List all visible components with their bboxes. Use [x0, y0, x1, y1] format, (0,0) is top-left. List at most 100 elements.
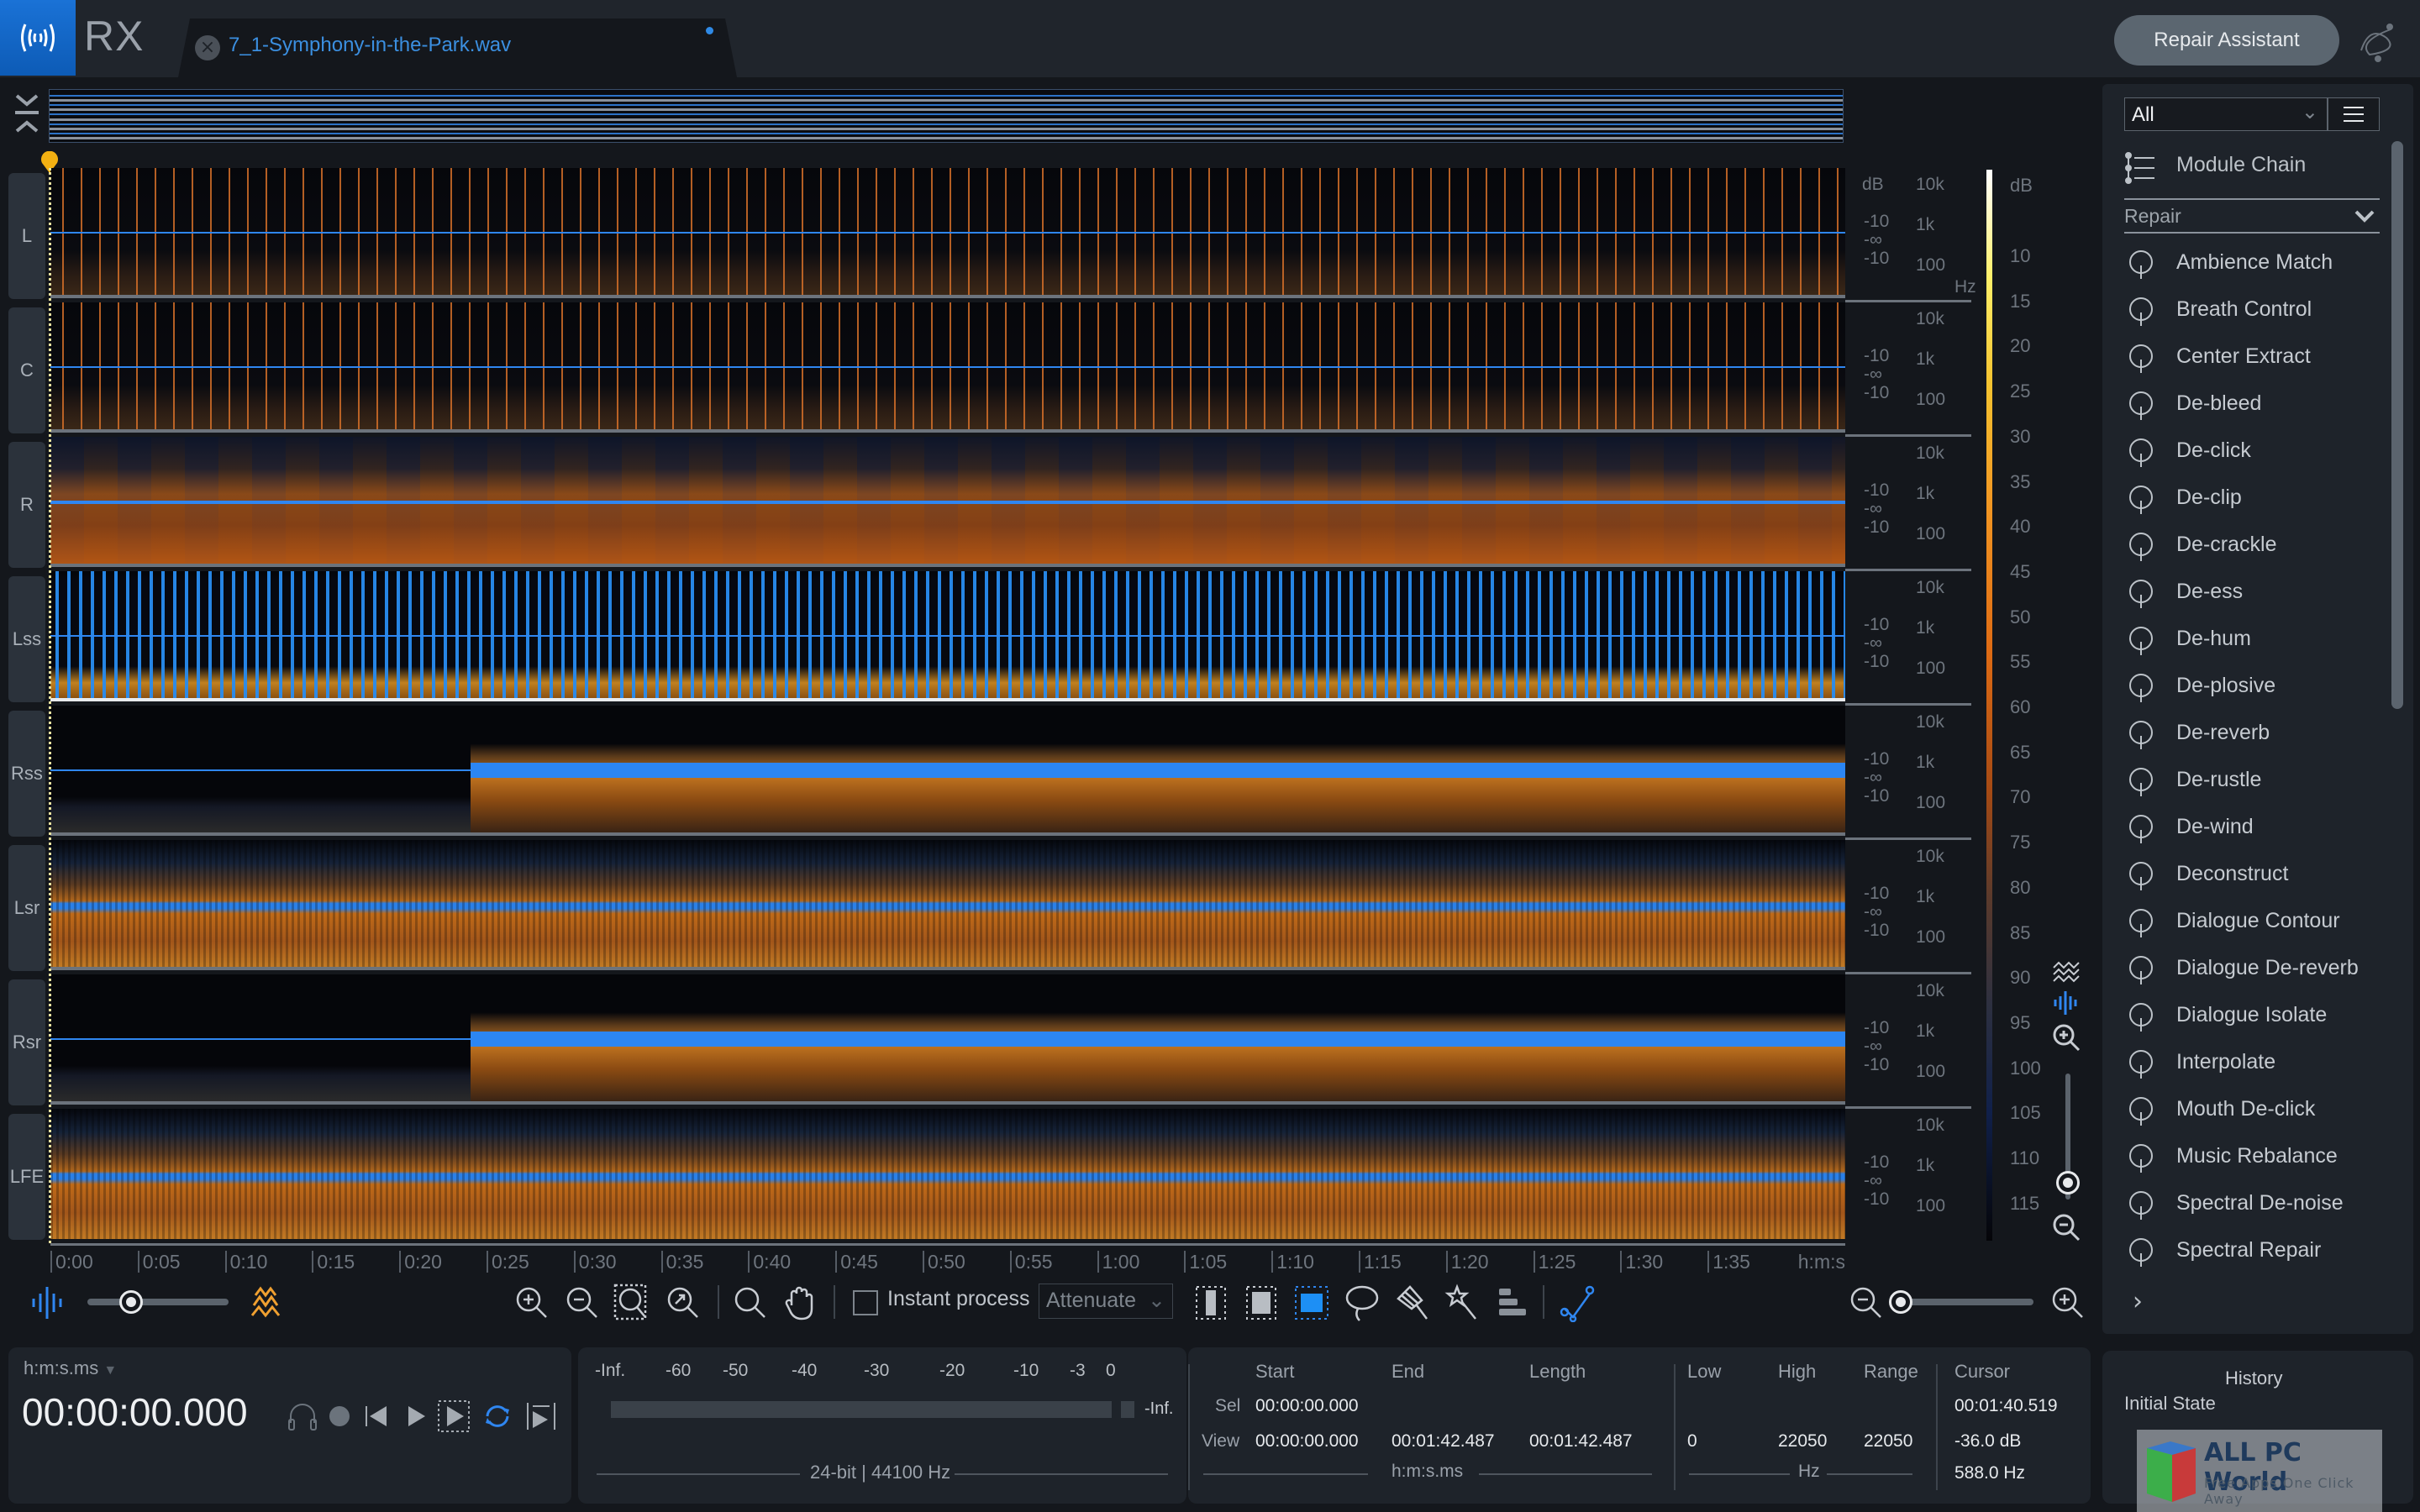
- module-item[interactable]: Interpolate: [2124, 1038, 2380, 1085]
- play-selection-icon[interactable]: [437, 1399, 471, 1433]
- zoom-in-icon[interactable]: [513, 1284, 551, 1322]
- module-item[interactable]: Dialogue Isolate: [2124, 991, 2380, 1038]
- module-chain-button[interactable]: Module Chain: [2124, 143, 2380, 197]
- view-end[interactable]: 00:01:42.487: [1392, 1431, 1495, 1452]
- zoom-fit-icon[interactable]: [664, 1284, 702, 1322]
- category-header-repair[interactable]: Repair: [2124, 198, 2380, 234]
- channel-label-lss[interactable]: Lss: [8, 576, 45, 702]
- channel-label-l[interactable]: L: [8, 173, 45, 299]
- channel-spectrogram-rsr[interactable]: [50, 974, 1845, 1105]
- headphones-monitor-icon[interactable]: [286, 1399, 319, 1433]
- history-item[interactable]: Initial State: [2124, 1393, 2216, 1415]
- view-high[interactable]: 22050: [1778, 1431, 1827, 1452]
- module-item[interactable]: De-clip: [2124, 474, 2380, 521]
- module-item[interactable]: Dialogue De-reverb: [2124, 944, 2380, 991]
- time-selection-icon[interactable]: [1192, 1284, 1230, 1322]
- time-frequency-selection-icon[interactable]: [1292, 1284, 1331, 1322]
- view-low[interactable]: 0: [1687, 1431, 1697, 1452]
- scribble-settings-icon[interactable]: [2353, 17, 2403, 67]
- zoom-selection-icon[interactable]: [613, 1284, 652, 1322]
- module-item[interactable]: De-click: [2124, 427, 2380, 474]
- horizontal-zoom-handle[interactable]: [1889, 1290, 1912, 1314]
- channel-spectrogram-lss[interactable]: [50, 571, 1845, 701]
- channel-label-r[interactable]: R: [8, 442, 45, 568]
- spectrogram-toggle-icon[interactable]: [249, 1284, 287, 1322]
- sel-start[interactable]: 00:00:00.000: [1255, 1396, 1359, 1416]
- time-format-select[interactable]: h:m:s.ms ▼: [24, 1357, 117, 1379]
- header-low: Low: [1687, 1361, 1722, 1382]
- module-item[interactable]: Breath Control: [2124, 286, 2380, 333]
- instant-process-checkbox[interactable]: [853, 1290, 878, 1315]
- horizontal-zoom-slider[interactable]: [1897, 1299, 2033, 1305]
- module-item[interactable]: De-crackle: [2124, 521, 2380, 568]
- record-icon[interactable]: [323, 1399, 356, 1433]
- module-item[interactable]: Ambience Match: [2124, 239, 2380, 286]
- lasso-icon[interactable]: [1343, 1284, 1381, 1322]
- brush-icon[interactable]: [1393, 1284, 1432, 1322]
- horizontal-zoom-out-icon[interactable]: [1847, 1284, 1886, 1322]
- waveform-toggle-icon[interactable]: [29, 1284, 67, 1322]
- skip-to-start-icon[interactable]: [360, 1399, 393, 1433]
- module-filter-select[interactable]: All ⌄: [2124, 97, 2328, 131]
- module-item[interactable]: Dialogue Contour: [2124, 897, 2380, 944]
- hand-pan-icon[interactable]: [781, 1284, 820, 1322]
- module-item[interactable]: Deconstruct: [2124, 850, 2380, 897]
- channel-spectrogram-lfe[interactable]: [50, 1109, 1845, 1239]
- db-tick-label: -∞: [1864, 1171, 1882, 1190]
- module-item[interactable]: De-rustle: [2124, 756, 2380, 803]
- horizontal-zoom-in-icon[interactable]: [2049, 1284, 2087, 1322]
- play-to-end-icon[interactable]: [524, 1399, 558, 1433]
- channel-label-c[interactable]: C: [8, 307, 45, 433]
- loop-icon[interactable]: [481, 1399, 514, 1433]
- file-tab[interactable]: × 7_1-Symphony-in-the-Park.wav: [178, 18, 737, 77]
- module-item[interactable]: De-ess: [2124, 568, 2380, 615]
- more-modules-chevron-icon[interactable]: ›: [2133, 1287, 2143, 1316]
- module-item[interactable]: De-bleed: [2124, 380, 2380, 427]
- module-panel-scrollbar[interactable]: [2391, 141, 2403, 709]
- channel-spectrogram-c[interactable]: [50, 302, 1845, 433]
- harmonic-selection-icon[interactable]: [1494, 1284, 1533, 1322]
- module-chain-icon: [2125, 152, 2154, 184]
- module-list-menu-button[interactable]: [2328, 97, 2380, 131]
- repair-assistant-button[interactable]: Repair Assistant: [2114, 15, 2339, 66]
- module-item[interactable]: Mouth De-click: [2124, 1085, 2380, 1132]
- view-length[interactable]: 00:01:42.487: [1529, 1431, 1633, 1452]
- db-tick-label: -10: [1864, 212, 1890, 231]
- module-item[interactable]: Spectral Repair: [2124, 1226, 2380, 1273]
- time-ruler[interactable]: h:m:s 0:00 0:05 0:10 0:15 0:20 0:25 0:30 0:35 0:…: [50, 1243, 1845, 1273]
- waveform-overview[interactable]: [49, 89, 1844, 143]
- module-item[interactable]: De-plosive: [2124, 662, 2380, 709]
- close-tab-icon[interactable]: ×: [195, 35, 220, 60]
- channel-spectrogram-lsr[interactable]: [50, 840, 1845, 970]
- reverb-rings-icon: [2129, 721, 2153, 749]
- module-item[interactable]: De-hum: [2124, 615, 2380, 662]
- channel-spectrogram-rss[interactable]: [50, 706, 1845, 836]
- zoom-tool-icon[interactable]: [731, 1284, 770, 1322]
- module-item[interactable]: Center Extract: [2124, 333, 2380, 380]
- channel-spectrogram-l[interactable]: [50, 168, 1845, 298]
- play-icon[interactable]: [398, 1399, 432, 1433]
- instant-process-mode-select[interactable]: Attenuate ⌄: [1039, 1284, 1173, 1319]
- view-range[interactable]: 22050: [1864, 1431, 1912, 1452]
- vertical-zoom-handle[interactable]: [2056, 1171, 2080, 1194]
- frequency-selection-icon[interactable]: [1242, 1284, 1281, 1322]
- zoom-out-icon[interactable]: [563, 1284, 602, 1322]
- module-item[interactable]: Spectral De-noise: [2124, 1179, 2380, 1226]
- channel-label-lfe[interactable]: LFE: [8, 1114, 45, 1240]
- blend-slider-handle[interactable]: [119, 1290, 143, 1314]
- colorbar-tick-label: 85: [2010, 921, 2031, 943]
- module-item[interactable]: De-reverb: [2124, 709, 2380, 756]
- time-tick-label: 1:25: [1533, 1251, 1576, 1273]
- channel-spectrogram-r[interactable]: [50, 437, 1845, 567]
- spectrogram-blend-slider[interactable]: [87, 1299, 229, 1305]
- collapse-overview-icon[interactable]: [12, 91, 42, 138]
- colorbar-tick-label: 80: [2010, 876, 2031, 898]
- channel-label-rss[interactable]: Rss: [8, 711, 45, 837]
- channel-label-rsr[interactable]: Rsr: [8, 979, 45, 1105]
- module-item[interactable]: De-wind: [2124, 803, 2380, 850]
- magic-wand-icon[interactable]: [1444, 1284, 1482, 1322]
- instant-process-curve-icon[interactable]: [1558, 1284, 1597, 1322]
- channel-label-lsr[interactable]: Lsr: [8, 845, 45, 971]
- view-start[interactable]: 00:00:00.000: [1255, 1431, 1359, 1452]
- module-item[interactable]: Music Rebalance: [2124, 1132, 2380, 1179]
